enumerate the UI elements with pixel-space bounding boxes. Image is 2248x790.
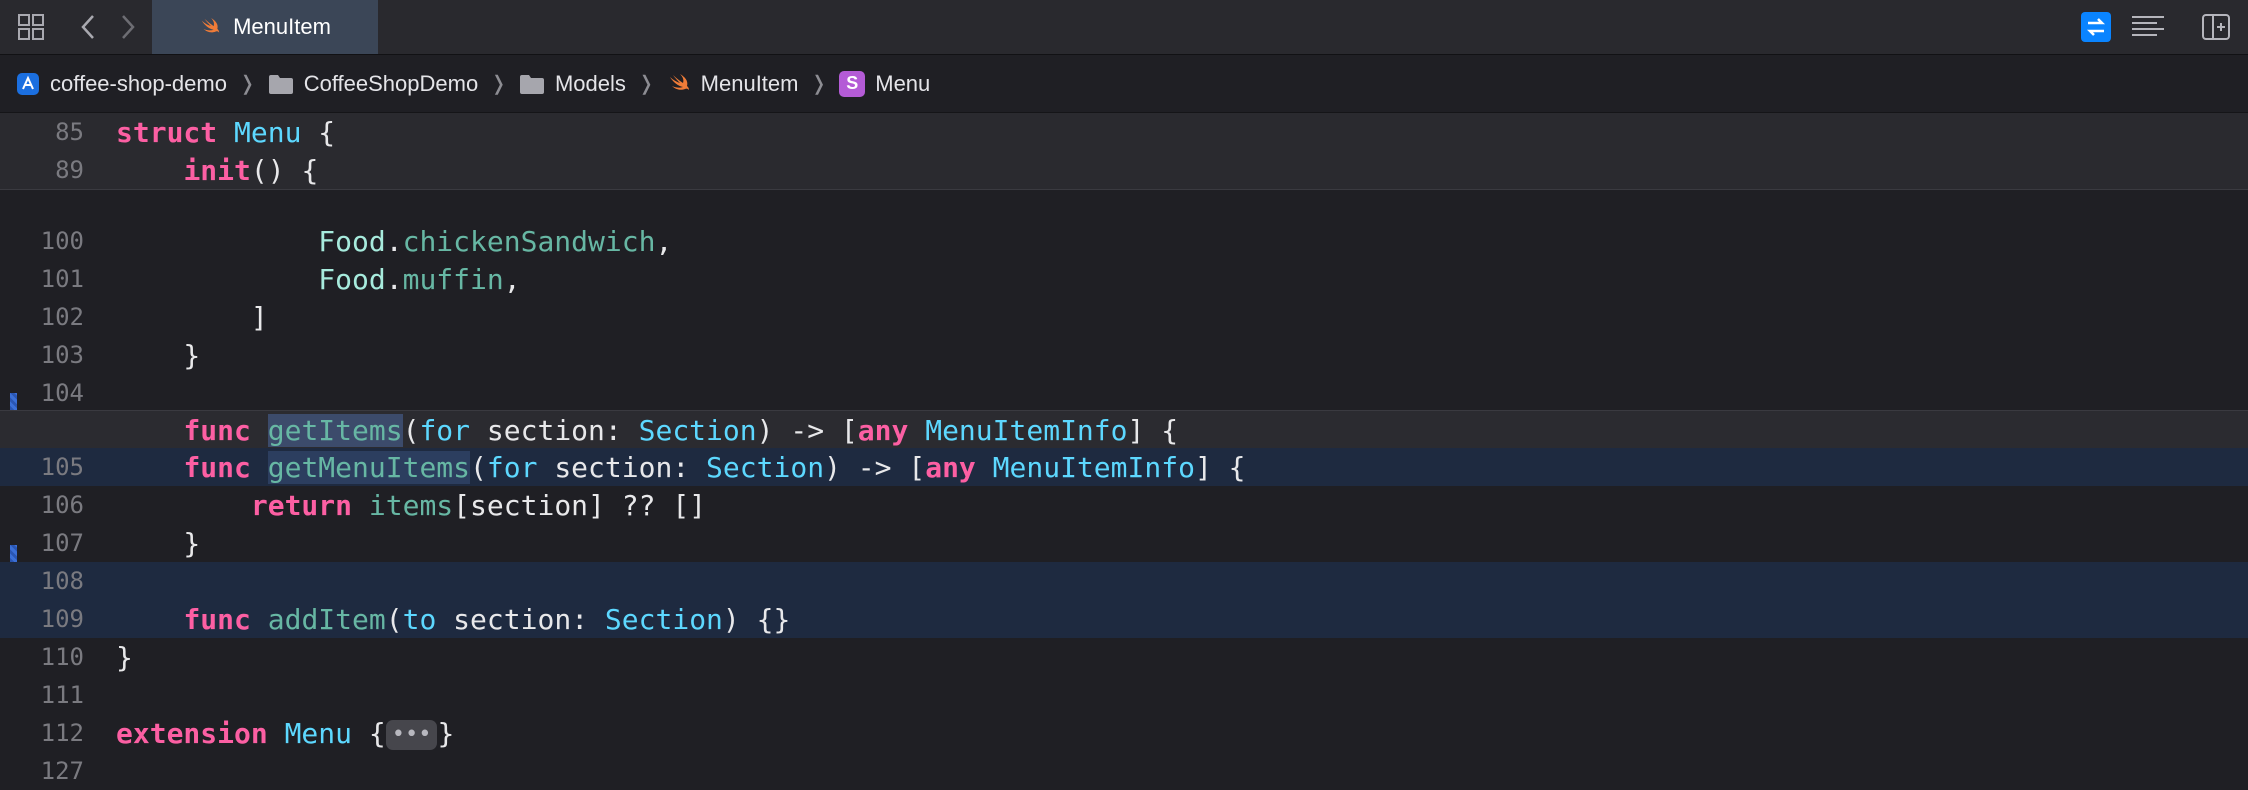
breadcrumb-label: coffee-shop-demo xyxy=(50,70,227,96)
code-text: func addItem(to section: Section) {} xyxy=(183,602,791,636)
line-number: 89 xyxy=(55,156,84,184)
line-number: 100 xyxy=(40,227,84,255)
code-line[interactable]: 111 xyxy=(0,676,2248,714)
breadcrumb-item-menu[interactable]: S Menu xyxy=(839,70,931,97)
line-number: 112 xyxy=(40,719,84,747)
folder-icon xyxy=(519,74,544,94)
source-control-toggle-icon[interactable] xyxy=(2080,12,2112,42)
breadcrumb: coffee-shop-demo ❭ CoffeeShopDemo ❭ Mode… xyxy=(0,55,2248,113)
code-line[interactable]: 110 } xyxy=(0,638,2248,676)
code-text: Food.muffin, xyxy=(318,262,521,296)
code-line[interactable]: 127 xyxy=(0,752,2248,790)
sticky-header-line[interactable]: 85 struct Menu { xyxy=(0,113,2248,152)
breadcrumb-label: Models xyxy=(554,70,626,96)
breadcrumb-item-models[interactable]: Models xyxy=(519,71,626,97)
code-line[interactable]: 107 } xyxy=(0,524,2248,562)
code-text: } xyxy=(116,640,133,674)
code-line[interactable]: 101 Food.muffin, xyxy=(0,260,2248,298)
breadcrumb-item-coffeeshopdemo[interactable]: CoffeeShopDemo xyxy=(268,70,479,97)
breadcrumb-label: MenuItem xyxy=(700,70,799,96)
sticky-header-line[interactable]: 89 init() { xyxy=(0,151,2248,190)
line-number: 101 xyxy=(40,265,84,293)
code-line[interactable]: 106 return items[section] ?? [] xyxy=(0,486,2248,524)
tab-bar: MenuItem xyxy=(0,0,2248,55)
line-number: 106 xyxy=(40,491,84,519)
line-number: 85 xyxy=(55,118,84,146)
editor-options-icon[interactable] xyxy=(2130,12,2166,42)
added-code-line[interactable]: 108 xyxy=(0,562,2248,600)
code-text: extension Menu {•••} xyxy=(116,716,455,750)
code-editor[interactable]: 85 struct Menu { 89 init() { 100 Food.ch… xyxy=(0,112,2248,785)
code-text: return items[section] ?? [] xyxy=(250,488,707,522)
tab-label: MenuItem xyxy=(233,14,331,39)
code-text: init() { xyxy=(183,153,319,187)
back-icon[interactable] xyxy=(76,12,100,42)
code-text: } xyxy=(116,338,201,372)
line-number: 105 xyxy=(40,453,84,481)
grid-icon[interactable] xyxy=(14,12,48,42)
chevron-right-icon: ❭ xyxy=(238,73,256,95)
code-line[interactable]: 102 ] xyxy=(0,298,2248,336)
breadcrumb-item-project[interactable]: coffee-shop-demo xyxy=(16,71,227,97)
swift-icon xyxy=(669,73,689,90)
folder-icon xyxy=(268,74,293,94)
app-icon xyxy=(17,72,39,95)
code-line[interactable]: 100 Food.chickenSandwich, xyxy=(0,222,2248,260)
struct-icon: S xyxy=(839,70,866,97)
breadcrumb-label: Menu xyxy=(875,70,931,96)
code-text: ] xyxy=(116,300,268,334)
chevron-right-icon: ❭ xyxy=(490,73,507,95)
chevron-right-icon: ❭ xyxy=(637,73,655,95)
code-line[interactable]: 103 } xyxy=(0,336,2248,374)
code-line[interactable]: 104 xyxy=(0,374,2248,412)
code-line[interactable]: 112 extension Menu {•••} xyxy=(0,714,2248,752)
add-editor-icon[interactable] xyxy=(2200,12,2232,42)
added-code-line[interactable]: 109 func addItem(to section: Section) {} xyxy=(0,600,2248,638)
line-number: 108 xyxy=(40,567,84,595)
changed-code-line[interactable]: 105 func getMenuItems(for section: Secti… xyxy=(0,448,2248,486)
code-text: func getItems(for section: Section) -> [… xyxy=(183,413,1179,447)
code-text: } xyxy=(116,526,201,560)
tab-menuitem[interactable]: MenuItem xyxy=(152,0,378,54)
line-number: 111 xyxy=(40,681,84,709)
line-number: 109 xyxy=(40,605,84,633)
breadcrumb-label: CoffeeShopDemo xyxy=(303,70,479,96)
code-text: func getMenuItems(for section: Section) … xyxy=(183,450,1246,484)
chevron-right-icon: ❭ xyxy=(810,73,828,95)
line-number: 127 xyxy=(40,757,84,785)
code-text: Food.chickenSandwich, xyxy=(318,224,673,258)
line-number: 102 xyxy=(40,303,84,331)
forward-icon[interactable] xyxy=(116,12,140,42)
removed-code-line[interactable]: func getItems(for section: Section) -> [… xyxy=(0,410,2248,449)
folded-code-button[interactable]: ••• xyxy=(385,719,438,750)
swift-icon xyxy=(201,17,220,33)
line-number: 110 xyxy=(40,643,84,671)
breadcrumb-item-menuitem[interactable]: MenuItem xyxy=(667,70,799,97)
code-text: struct Menu { xyxy=(116,115,336,149)
line-number: 103 xyxy=(40,341,84,369)
